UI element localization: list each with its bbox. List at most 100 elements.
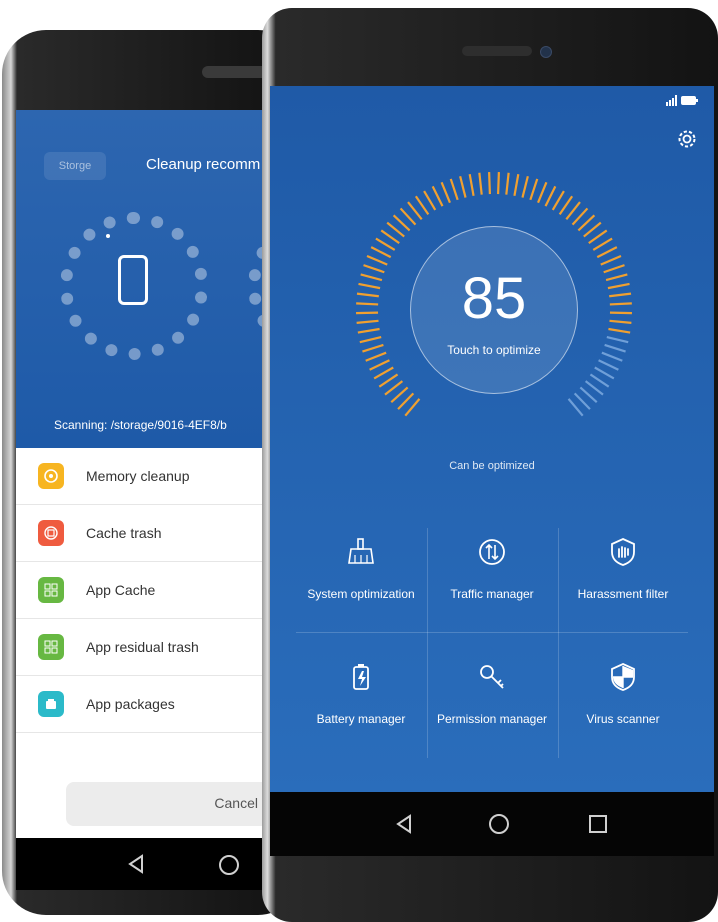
- list-item-label: App Cache: [86, 582, 156, 598]
- tile-label: Traffic manager: [450, 587, 534, 601]
- broom-icon: [345, 536, 377, 568]
- gauge-tick: [386, 221, 405, 238]
- gauge-tick: [558, 195, 574, 216]
- gauge-tick: [373, 366, 394, 380]
- gauge-tick: [459, 175, 467, 198]
- gauge-tick: [478, 172, 483, 195]
- list-item[interactable]: Cache trash: [16, 505, 302, 562]
- gauge-tick: [468, 173, 475, 197]
- back-nav-bar: [16, 838, 302, 890]
- gauge-tick: [594, 366, 615, 380]
- optimize-button[interactable]: 85 Touch to optimize: [410, 226, 578, 394]
- gauge-tick: [609, 292, 632, 298]
- gauge-tick: [505, 172, 510, 195]
- status-bar: [666, 94, 700, 109]
- gauge-tick: [601, 351, 623, 362]
- gauge-tick: [397, 392, 415, 410]
- status-text: Can be optimized: [449, 460, 535, 472]
- tile-permission-manager[interactable]: Permission manager: [427, 653, 557, 763]
- list-item[interactable]: App residual trash: [16, 619, 302, 676]
- gauge-tick: [589, 373, 610, 388]
- storage-button[interactable]: Storge: [44, 152, 106, 180]
- hand-shield-icon: [607, 536, 639, 568]
- gauge-tick: [603, 264, 625, 274]
- back-triangle-icon[interactable]: [126, 854, 146, 874]
- gauge-tick: [537, 181, 548, 204]
- gauge-tick: [598, 359, 619, 371]
- front-screen: 85 Touch to optimize Can be optimized Sy…: [270, 86, 714, 799]
- tile-label: Permission manager: [436, 712, 548, 726]
- list-item-label: Memory cleanup: [86, 468, 190, 484]
- gauge-tick: [431, 185, 444, 207]
- gauge-tick: [609, 311, 632, 315]
- gauge-tick: [571, 207, 589, 226]
- shield-icon: [607, 661, 639, 693]
- gauge-tick: [607, 282, 630, 290]
- gauge-tick: [356, 302, 379, 306]
- list-item[interactable]: Memory cleanup: [16, 448, 302, 505]
- gauge-tick: [375, 237, 396, 251]
- gauge-tick: [358, 282, 381, 290]
- tile-label: Virus scanner: [586, 712, 660, 726]
- tile-harassment-filter[interactable]: Harassment filter: [558, 528, 688, 638]
- gauge-tick: [357, 327, 380, 334]
- tile-traffic-manager[interactable]: Traffic manager: [427, 528, 557, 638]
- tile-label: Harassment filter: [577, 587, 669, 601]
- gauge-tick: [384, 380, 404, 396]
- gauge-tick: [359, 335, 382, 344]
- back-phone: Storge Cleanup recomm Scanning: /storage…: [2, 30, 302, 915]
- gauge-tick: [579, 386, 598, 403]
- memory-icon: [38, 463, 64, 489]
- tile-label: Battery manager: [316, 712, 406, 726]
- cleanup-list: Memory cleanup Cache trash App Cache App…: [16, 448, 302, 733]
- gauge-tick: [407, 201, 423, 220]
- gauge-tick: [567, 398, 584, 417]
- gauge-tick: [362, 343, 384, 353]
- gauge-tick: [390, 386, 409, 403]
- tablet-icon: [118, 255, 148, 305]
- tile-virus-scanner[interactable]: Virus scanner: [558, 653, 688, 763]
- gauge-tick: [366, 254, 388, 266]
- tile-system-optimization[interactable]: System optimization: [296, 528, 426, 638]
- gauge-tick: [513, 173, 520, 197]
- signal-battery-icon: [666, 95, 698, 106]
- battery-icon: [345, 661, 377, 693]
- front-phone: 85 Touch to optimize Can be optimized Sy…: [262, 8, 718, 922]
- front-speaker: [462, 46, 532, 56]
- tile-battery-manager[interactable]: Battery manager: [296, 653, 426, 763]
- list-item[interactable]: App packages: [16, 676, 302, 733]
- list-item-label: App residual trash: [86, 639, 199, 655]
- gauge-tick: [529, 178, 539, 201]
- gauge-tick: [583, 221, 602, 238]
- gauge-tick: [588, 229, 608, 245]
- cache-icon: [38, 520, 64, 546]
- gauge-tick: [609, 319, 632, 324]
- gauge-tick: [369, 359, 390, 371]
- gauge-tick: [363, 264, 385, 274]
- gauge-tick: [592, 237, 613, 251]
- cleanup-header: Storge Cleanup recomm Scanning: /storage…: [16, 110, 302, 448]
- gauge-tick: [423, 190, 437, 211]
- front-camera: [540, 46, 552, 58]
- touch-to-optimize-label: Touch to optimize: [447, 343, 541, 357]
- gauge-tick: [378, 373, 399, 388]
- gauge-tick: [356, 292, 379, 298]
- list-item-label: Cache trash: [86, 525, 162, 541]
- back-screen: Storge Cleanup recomm Scanning: /storage…: [16, 110, 302, 890]
- gauge-tick: [544, 185, 557, 207]
- back-triangle-icon[interactable]: [394, 814, 414, 834]
- gauge-tick: [608, 327, 631, 334]
- gauge-tick: [605, 273, 628, 282]
- gauge-tick: [356, 319, 379, 324]
- recents-square-icon[interactable]: [588, 814, 608, 834]
- gauge-tick: [414, 195, 430, 216]
- list-item[interactable]: App Cache: [16, 562, 302, 619]
- gauge-tick: [584, 380, 604, 396]
- home-circle-icon[interactable]: [488, 813, 510, 835]
- settings-gear-icon[interactable]: [676, 128, 698, 156]
- gauge-tick: [600, 254, 622, 266]
- gauge-tick: [565, 201, 581, 220]
- gauge-tick: [360, 273, 383, 282]
- key-icon: [476, 661, 508, 693]
- home-circle-icon[interactable]: [218, 854, 240, 876]
